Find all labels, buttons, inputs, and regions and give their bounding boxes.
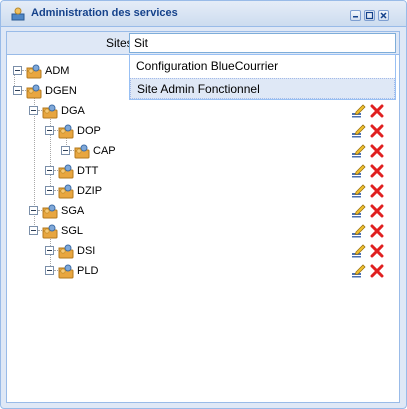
edit-pencil-icon[interactable] [352,144,366,158]
tree-node-label[interactable]: DGA [61,105,85,117]
edit-pencil-icon[interactable] [352,264,366,278]
tree-node-label[interactable]: DGEN [45,85,77,97]
services-folder-icon [42,103,58,119]
edit-pencil-icon[interactable] [352,124,366,138]
tree-node-dga[interactable]: DGA [1,103,400,121]
services-folder-icon [58,263,74,279]
delete-x-icon[interactable] [370,164,384,178]
expand-collapse-icon[interactable] [29,106,38,115]
tree-node-label[interactable]: DSI [77,245,95,257]
expand-collapse-icon[interactable] [61,146,70,155]
delete-x-icon[interactable] [370,244,384,258]
expand-collapse-icon[interactable] [45,246,54,255]
services-folder-icon [42,223,58,239]
edit-pencil-icon[interactable] [352,184,366,198]
expand-collapse-icon[interactable] [13,66,22,75]
sites-combobox-input[interactable] [129,33,396,53]
suggestion-site-admin-fonctionnel[interactable]: Site Admin Fonctionnel [130,78,395,99]
tree-node-label[interactable]: DTT [77,165,98,177]
tree-node-label[interactable]: SGA [61,205,84,217]
sites-suggestion-list: Configuration BlueCourrier Site Admin Fo… [129,54,396,100]
edit-pencil-icon[interactable] [352,104,366,118]
delete-x-icon[interactable] [370,184,384,198]
maximize-icon[interactable] [364,10,375,21]
services-folder-icon [58,163,74,179]
delete-x-icon[interactable] [370,144,384,158]
tree-node-sga[interactable]: SGA [1,203,400,221]
services-folder-icon [26,83,42,99]
tree-node-label[interactable]: DOP [77,125,101,137]
tree-node-sgl[interactable]: SGL [1,223,400,241]
window-title: Administration des services [31,7,178,19]
tree-node-label[interactable]: SGL [61,225,83,237]
edit-pencil-icon[interactable] [352,204,366,218]
tree-node-label[interactable]: PLD [77,265,98,277]
tree-node-dop[interactable]: DOP [1,123,400,141]
delete-x-icon[interactable] [370,204,384,218]
services-folder-icon [42,203,58,219]
minimize-icon[interactable] [350,10,361,21]
services-folder-icon [58,123,74,139]
tree-node-label[interactable]: DZIP [77,185,102,197]
services-app-icon [11,7,25,21]
services-window: Administration des services Sites: ADMDG… [0,0,407,409]
close-icon[interactable] [378,10,389,21]
expand-collapse-icon[interactable] [45,126,54,135]
tree-node-label[interactable]: ADM [45,65,69,77]
tree-node-dsi[interactable]: DSI [1,243,400,261]
edit-pencil-icon[interactable] [352,224,366,238]
delete-x-icon[interactable] [370,264,384,278]
services-folder-icon [26,63,42,79]
tree-node-cap[interactable]: CAP [1,143,400,161]
expand-collapse-icon[interactable] [45,166,54,175]
expand-collapse-icon[interactable] [29,226,38,235]
edit-pencil-icon[interactable] [352,244,366,258]
delete-x-icon[interactable] [370,124,384,138]
edit-pencil-icon[interactable] [352,164,366,178]
expand-collapse-icon[interactable] [45,186,54,195]
services-folder-icon [58,183,74,199]
services-folder-icon [58,243,74,259]
tree-node-dzip[interactable]: DZIP [1,183,400,201]
expand-collapse-icon[interactable] [29,206,38,215]
services-folder-icon [74,143,90,159]
window-titlebar[interactable]: Administration des services [1,1,406,27]
suggestion-configuration-bluecourrier[interactable]: Configuration BlueCourrier [130,56,395,77]
delete-x-icon[interactable] [370,224,384,238]
tree-node-label[interactable]: CAP [93,145,116,157]
expand-collapse-icon[interactable] [45,266,54,275]
tree-node-dtt[interactable]: DTT [1,163,400,181]
expand-collapse-icon[interactable] [13,86,22,95]
tree-node-pld[interactable]: PLD [1,263,400,281]
delete-x-icon[interactable] [370,104,384,118]
